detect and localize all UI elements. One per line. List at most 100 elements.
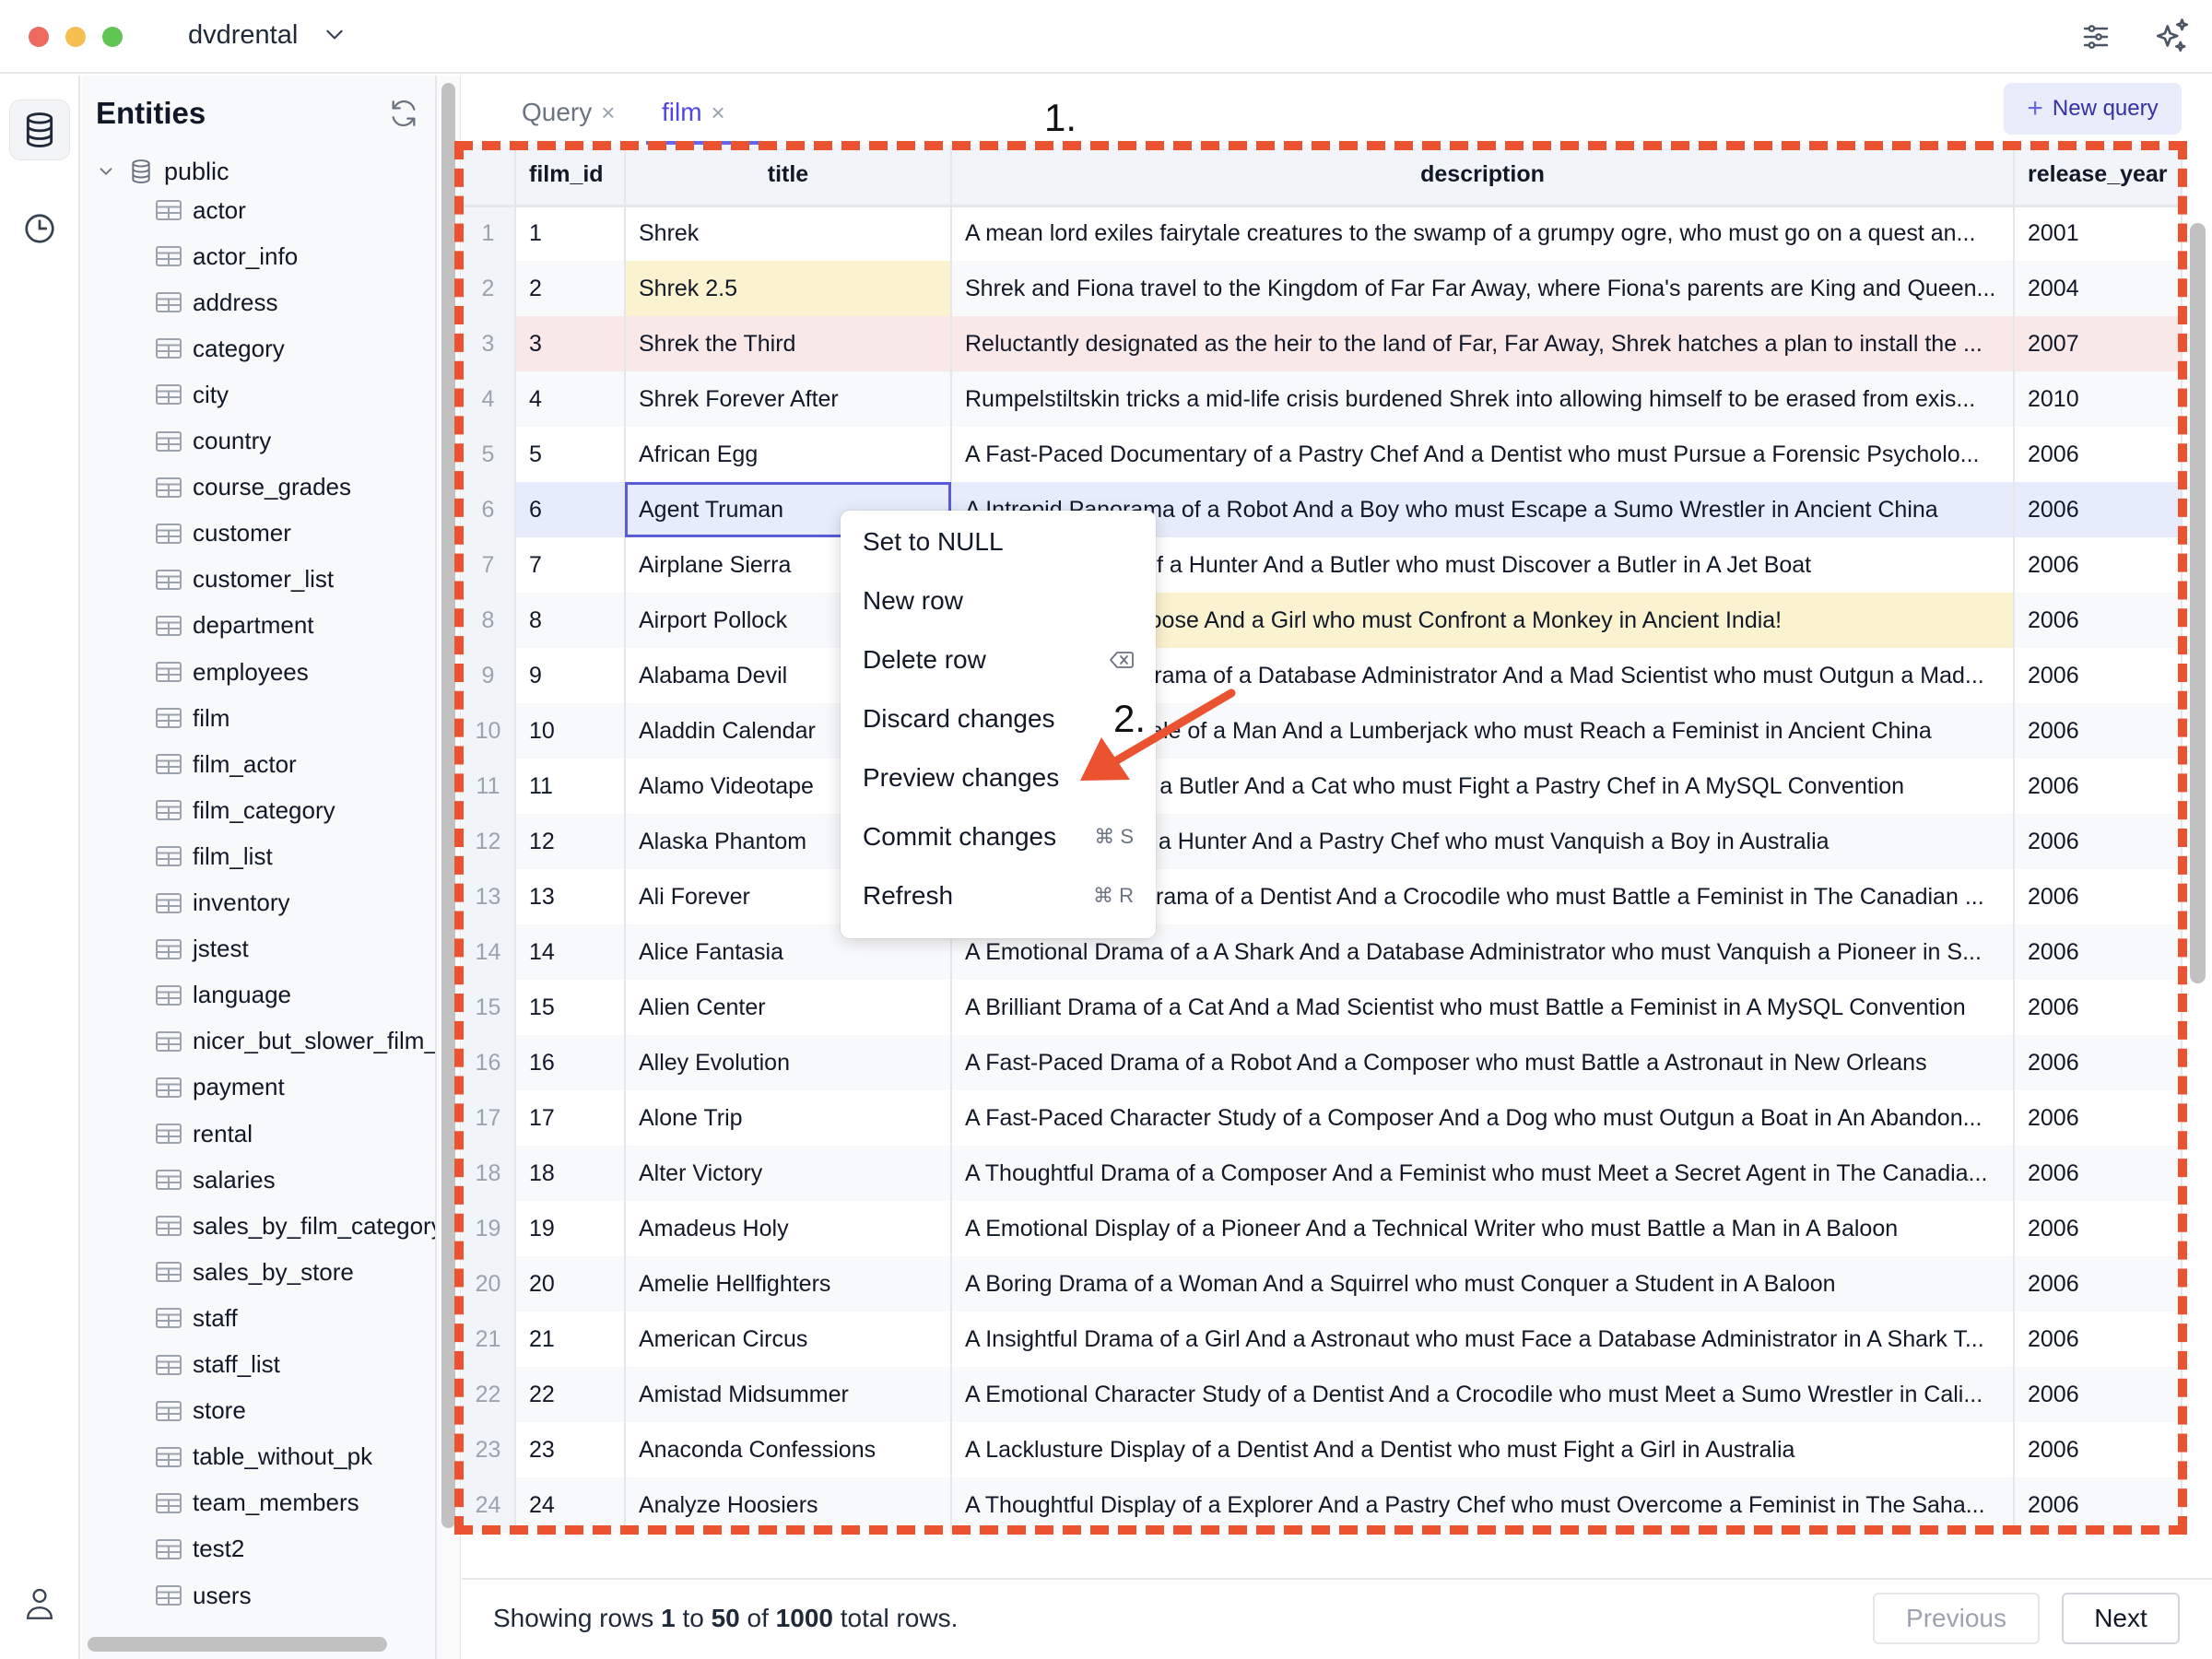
sidebar-table-item[interactable]: country bbox=[156, 421, 271, 462]
column-header-film-id[interactable]: film_id bbox=[515, 145, 626, 207]
table-row[interactable]: 11 11 Alamo Videotape A Boring Epistle of a… bbox=[462, 759, 2183, 814]
tab-query[interactable]: Query × bbox=[522, 92, 615, 133]
sidebar-table-item[interactable]: rental bbox=[156, 1113, 253, 1154]
cell-title[interactable]: Amelie Hellfighters bbox=[625, 1256, 952, 1312]
chevron-down-icon[interactable] bbox=[323, 22, 347, 46]
table-row[interactable]: 20 20 Amelie Hellfighters A Boring Drama of… bbox=[462, 1256, 2183, 1312]
cell-description[interactable]: Shrek and Fiona travel to the Kingdom of… bbox=[951, 261, 2015, 316]
cell-release-year[interactable]: 2004 bbox=[2014, 261, 2183, 316]
table-row[interactable]: 2 2 Shrek 2.5 Shrek and Fiona travel to the… bbox=[462, 261, 2183, 316]
rail-entities-button[interactable] bbox=[9, 100, 70, 160]
table-row[interactable]: 19 19 Amadeus Holy A Emotional Display of a… bbox=[462, 1201, 2183, 1256]
sidebar-table-item[interactable]: customer bbox=[156, 513, 291, 554]
sidebar-table-item[interactable]: customer_list bbox=[156, 559, 334, 600]
cell-title[interactable]: Shrek Forever After bbox=[625, 371, 952, 427]
sidebar-table-item[interactable]: actor_info bbox=[156, 236, 298, 276]
new-query-button[interactable]: + New query bbox=[2004, 83, 2182, 135]
cell-description[interactable]: A Emotional Display of a Pioneer And a T… bbox=[951, 1201, 2015, 1256]
schema-tree-item[interactable]: public bbox=[96, 153, 229, 190]
sidebar-table-item[interactable]: department bbox=[156, 606, 314, 646]
cell-film-id[interactable]: 9 bbox=[515, 648, 626, 703]
cell-title[interactable]: Alley Evolution bbox=[625, 1035, 952, 1090]
cell-release-year[interactable]: 2006 bbox=[2014, 980, 2183, 1035]
table-row[interactable]: 4 4 Shrek Forever After Rumpelstiltskin tri… bbox=[462, 371, 2183, 427]
cell-release-year[interactable]: 2010 bbox=[2014, 371, 2183, 427]
sidebar-table-item[interactable]: users bbox=[156, 1575, 252, 1616]
sliders-icon[interactable] bbox=[2079, 20, 2112, 53]
cell-release-year[interactable]: 2006 bbox=[2014, 427, 2183, 482]
column-header-release-year[interactable]: release_year bbox=[2014, 145, 2183, 207]
cell-release-year[interactable]: 2006 bbox=[2014, 1201, 2183, 1256]
menu-item-refresh[interactable]: Refresh ⌘ R bbox=[841, 868, 1156, 924]
table-row[interactable]: 22 22 Amistad Midsummer A Emotional Charact… bbox=[462, 1367, 2183, 1422]
sidebar-table-item[interactable]: address bbox=[156, 282, 278, 323]
cell-release-year[interactable]: 2006 bbox=[2014, 648, 2183, 703]
cell-title[interactable]: Amadeus Holy bbox=[625, 1201, 952, 1256]
cell-release-year[interactable]: 2006 bbox=[2014, 1090, 2183, 1146]
grid-vertical-scrollbar[interactable] bbox=[2190, 223, 2206, 983]
cell-film-id[interactable]: 16 bbox=[515, 1035, 626, 1090]
menu-item-preview-changes[interactable]: Preview changes bbox=[841, 750, 1156, 806]
cell-title[interactable]: Alien Center bbox=[625, 980, 952, 1035]
cell-release-year[interactable]: 2006 bbox=[2014, 814, 2183, 869]
cell-title[interactable]: Shrek 2.5 bbox=[625, 261, 952, 316]
menu-item-delete-row[interactable]: Delete row bbox=[841, 632, 1156, 688]
cell-film-id[interactable]: 15 bbox=[515, 980, 626, 1035]
cell-film-id[interactable]: 4 bbox=[515, 371, 626, 427]
clock-icon[interactable] bbox=[23, 212, 56, 245]
cell-film-id[interactable]: 6 bbox=[515, 482, 626, 537]
sidebar-table-item[interactable]: course_grades bbox=[156, 467, 351, 508]
cell-description[interactable]: A Insightful Drama of a Girl And a Astro… bbox=[951, 1312, 2015, 1367]
sidebar-table-item[interactable]: city bbox=[156, 374, 229, 415]
next-page-button[interactable]: Next bbox=[2062, 1593, 2180, 1644]
cell-title[interactable]: Shrek the Third bbox=[625, 316, 952, 371]
sidebar-table-item[interactable]: film_actor bbox=[156, 744, 297, 784]
cell-title[interactable]: Alter Victory bbox=[625, 1146, 952, 1201]
table-row[interactable]: 10 10 Aladdin Calendar A Action-Packed Tale… bbox=[462, 703, 2183, 759]
cell-release-year[interactable]: 2006 bbox=[2014, 1256, 2183, 1312]
sidebar-vertical-scrollbar[interactable] bbox=[441, 83, 455, 1528]
table-row[interactable]: 16 16 Alley Evolution A Fast-Paced Drama of… bbox=[462, 1035, 2183, 1090]
cell-film-id[interactable]: 7 bbox=[515, 537, 626, 593]
table-row[interactable]: 21 21 American Circus A Insightful Drama of… bbox=[462, 1312, 2183, 1367]
cell-film-id[interactable]: 3 bbox=[515, 316, 626, 371]
table-row[interactable]: 8 8 Airport Pollock A Epic Tale of a Moose … bbox=[462, 593, 2183, 648]
cell-film-id[interactable]: 5 bbox=[515, 427, 626, 482]
cell-release-year[interactable]: 2006 bbox=[2014, 703, 2183, 759]
table-row[interactable]: 12 12 Alaska Phantom A Fanciful Saga of a H… bbox=[462, 814, 2183, 869]
sidebar-table-item[interactable]: inventory bbox=[156, 883, 290, 924]
sidebar-horizontal-scrollbar[interactable] bbox=[88, 1637, 387, 1652]
sidebar-table-item[interactable]: language bbox=[156, 975, 291, 1016]
sidebar-table-item[interactable]: store bbox=[156, 1391, 246, 1431]
cell-title[interactable]: Anaconda Confessions bbox=[625, 1422, 952, 1477]
table-row[interactable]: 6 6 Agent Truman A Intrepid Panorama of a R… bbox=[462, 482, 2183, 537]
cell-release-year[interactable]: 2007 bbox=[2014, 316, 2183, 371]
sidebar-table-item[interactable]: payment bbox=[156, 1067, 285, 1108]
sidebar-table-item[interactable]: nicer_but_slower_film_list bbox=[156, 1021, 435, 1062]
cell-film-id[interactable]: 22 bbox=[515, 1367, 626, 1422]
cell-title[interactable]: African Egg bbox=[625, 427, 952, 482]
sparkles-icon[interactable] bbox=[2153, 17, 2192, 55]
menu-item-new-row[interactable]: New row bbox=[841, 573, 1156, 629]
column-header-title[interactable]: title bbox=[625, 145, 952, 207]
cell-release-year[interactable]: 2006 bbox=[2014, 924, 2183, 980]
cell-description[interactable]: A Thoughtful Display of a Explorer And a… bbox=[951, 1477, 2015, 1533]
table-row[interactable]: 1 1 Shrek A mean lord exiles fairytale crea… bbox=[462, 206, 2183, 261]
sidebar-table-item[interactable]: film_category bbox=[156, 790, 335, 830]
cell-film-id[interactable]: 14 bbox=[515, 924, 626, 980]
window-maximize-button[interactable] bbox=[102, 27, 123, 47]
cell-film-id[interactable]: 13 bbox=[515, 869, 626, 924]
sidebar-table-item[interactable]: salaries bbox=[156, 1159, 276, 1200]
sidebar-table-item[interactable]: table_without_pk bbox=[156, 1437, 372, 1477]
sidebar-table-item[interactable]: sales_by_store bbox=[156, 1252, 354, 1292]
close-icon[interactable]: × bbox=[712, 99, 725, 127]
cell-film-id[interactable]: 21 bbox=[515, 1312, 626, 1367]
table-row[interactable]: 23 23 Anaconda Confessions A Lacklusture Di… bbox=[462, 1422, 2183, 1477]
cell-film-id[interactable]: 17 bbox=[515, 1090, 626, 1146]
cell-title[interactable]: Amistad Midsummer bbox=[625, 1367, 952, 1422]
cell-release-year[interactable]: 2006 bbox=[2014, 1146, 2183, 1201]
sidebar-table-item[interactable]: staff bbox=[156, 1298, 238, 1338]
cell-film-id[interactable]: 18 bbox=[515, 1146, 626, 1201]
cell-release-year[interactable]: 2006 bbox=[2014, 482, 2183, 537]
table-row[interactable]: 15 15 Alien Center A Brilliant Drama of a C… bbox=[462, 980, 2183, 1035]
